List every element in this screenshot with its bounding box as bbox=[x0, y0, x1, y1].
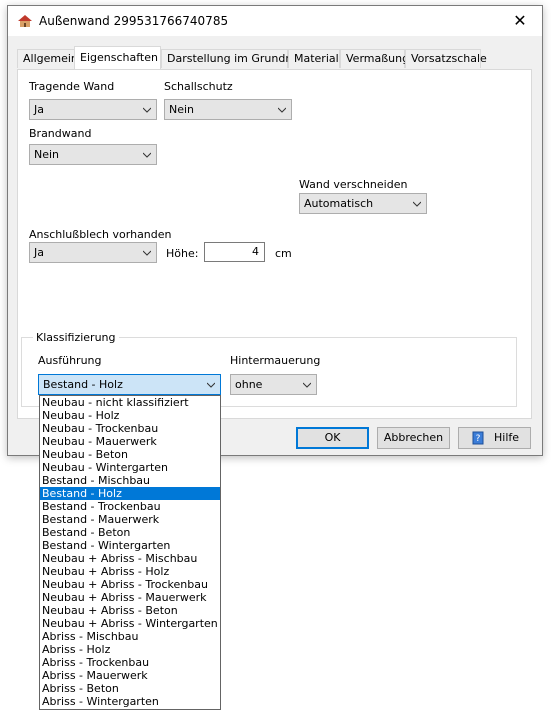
hoehe-label: Höhe: bbox=[166, 247, 199, 260]
chevron-down-icon bbox=[303, 382, 311, 388]
ausfuehrung-value: Bestand - Holz bbox=[43, 378, 123, 391]
chevron-down-icon bbox=[143, 250, 151, 256]
tab-eigenschaften[interactable]: Eigenschaften bbox=[74, 46, 161, 69]
chevron-down-icon bbox=[143, 107, 151, 113]
dropdown-option[interactable]: Neubau + Abriss - Beton bbox=[40, 604, 220, 617]
dropdown-option[interactable]: Neubau + Abriss - Trockenbau bbox=[40, 578, 220, 591]
dropdown-option[interactable]: Neubau - Trockenbau bbox=[40, 422, 220, 435]
anschlussblech-select[interactable]: Ja bbox=[29, 242, 157, 263]
close-icon: ✕ bbox=[513, 11, 527, 30]
schallschutz-select[interactable]: Nein bbox=[164, 99, 292, 120]
house-icon bbox=[18, 15, 32, 27]
schallschutz-label: Schallschutz bbox=[164, 80, 233, 93]
ausfuehrung-dropdown-list: Neubau - nicht klassifiziert Neubau - Hol… bbox=[39, 395, 221, 710]
hintermauerung-select[interactable]: ohne bbox=[230, 374, 317, 395]
dropdown-option[interactable]: Neubau - nicht klassifiziert bbox=[40, 396, 220, 409]
brandwand-label: Brandwand bbox=[29, 127, 92, 140]
dropdown-option[interactable]: Neubau + Abriss - Holz bbox=[40, 565, 220, 578]
tragende-wand-select[interactable]: Ja bbox=[29, 99, 157, 120]
ausfuehrung-select[interactable]: Bestand - Holz bbox=[38, 374, 221, 395]
tab-allgemein[interactable]: Allgemein bbox=[17, 49, 78, 68]
dropdown-option[interactable]: Abriss - Mischbau bbox=[40, 630, 220, 643]
wand-verschneiden-value: Automatisch bbox=[304, 197, 374, 210]
dropdown-option[interactable]: Neubau + Abriss - Mischbau bbox=[40, 552, 220, 565]
chevron-down-icon bbox=[413, 201, 421, 207]
tab-vorsatzschale[interactable]: Vorsatzschale bbox=[405, 49, 487, 68]
dropdown-option[interactable]: Abriss - Holz bbox=[40, 643, 220, 656]
brandwand-value: Nein bbox=[34, 148, 60, 161]
chevron-down-icon bbox=[207, 382, 215, 388]
dropdown-option[interactable]: Neubau - Mauerwerk bbox=[40, 435, 220, 448]
hilfe-button[interactable]: ? Hilfe bbox=[458, 427, 531, 449]
window-title: Außenwand 299531766740785 bbox=[39, 14, 229, 28]
chevron-down-icon bbox=[143, 152, 151, 158]
dropdown-option[interactable]: Bestand - Mauerwerk bbox=[40, 513, 220, 526]
klassifizierung-title: Klassifizierung bbox=[33, 331, 119, 344]
dropdown-option[interactable]: Abriss - Wintergarten bbox=[40, 695, 220, 708]
title-bar: Außenwand 299531766740785 ✕ bbox=[8, 6, 542, 36]
ausfuehrung-label: Ausführung bbox=[38, 354, 102, 367]
dropdown-option[interactable]: Neubau - Wintergarten bbox=[40, 461, 220, 474]
hoehe-input[interactable]: 4 bbox=[204, 242, 265, 262]
wand-verschneiden-label: Wand verschneiden bbox=[299, 178, 408, 191]
hintermauerung-label: Hintermauerung bbox=[230, 354, 321, 367]
dropdown-option[interactable]: Neubau - Beton bbox=[40, 448, 220, 461]
dropdown-option[interactable]: Neubau + Abriss - Mauerwerk bbox=[40, 591, 220, 604]
dropdown-option[interactable]: Abriss - Trockenbau bbox=[40, 656, 220, 669]
help-book-icon: ? bbox=[472, 431, 484, 445]
tab-vermassung[interactable]: Vermaßung bbox=[340, 49, 409, 68]
anschlussblech-value: Ja bbox=[34, 246, 44, 259]
dropdown-option[interactable]: Neubau - Holz bbox=[40, 409, 220, 422]
svg-text:?: ? bbox=[476, 434, 481, 444]
abbrechen-button[interactable]: Abbrechen bbox=[377, 427, 450, 449]
tragende-wand-value: Ja bbox=[34, 103, 44, 116]
dropdown-option[interactable]: Abriss - Mauerwerk bbox=[40, 669, 220, 682]
dropdown-option[interactable]: Abriss - Beton bbox=[40, 682, 220, 695]
hintermauerung-value: ohne bbox=[235, 378, 263, 391]
anschlussblech-label: Anschlußblech vorhanden bbox=[29, 228, 172, 241]
wand-verschneiden-select[interactable]: Automatisch bbox=[299, 193, 427, 214]
hoehe-unit: cm bbox=[275, 247, 292, 260]
schallschutz-value: Nein bbox=[169, 103, 195, 116]
dropdown-option[interactable]: Bestand - Trockenbau bbox=[40, 500, 220, 513]
ok-button[interactable]: OK bbox=[296, 427, 369, 449]
close-button[interactable]: ✕ bbox=[498, 6, 542, 36]
dropdown-option[interactable]: Bestand - Holz bbox=[40, 487, 220, 500]
dropdown-option[interactable]: Neubau + Abriss - Wintergarten bbox=[40, 617, 220, 630]
dropdown-option[interactable]: Bestand - Beton bbox=[40, 526, 220, 539]
tragende-wand-label: Tragende Wand bbox=[29, 80, 115, 93]
hilfe-label: Hilfe bbox=[494, 431, 520, 444]
chevron-down-icon bbox=[278, 107, 286, 113]
tab-darstellung-im-grundriss[interactable]: Darstellung im Grundriss bbox=[161, 49, 304, 68]
brandwand-select[interactable]: Nein bbox=[29, 144, 157, 165]
dropdown-option[interactable]: Bestand - Mischbau bbox=[40, 474, 220, 487]
dropdown-option[interactable]: Bestand - Wintergarten bbox=[40, 539, 220, 552]
tab-material[interactable]: Material bbox=[288, 49, 340, 68]
